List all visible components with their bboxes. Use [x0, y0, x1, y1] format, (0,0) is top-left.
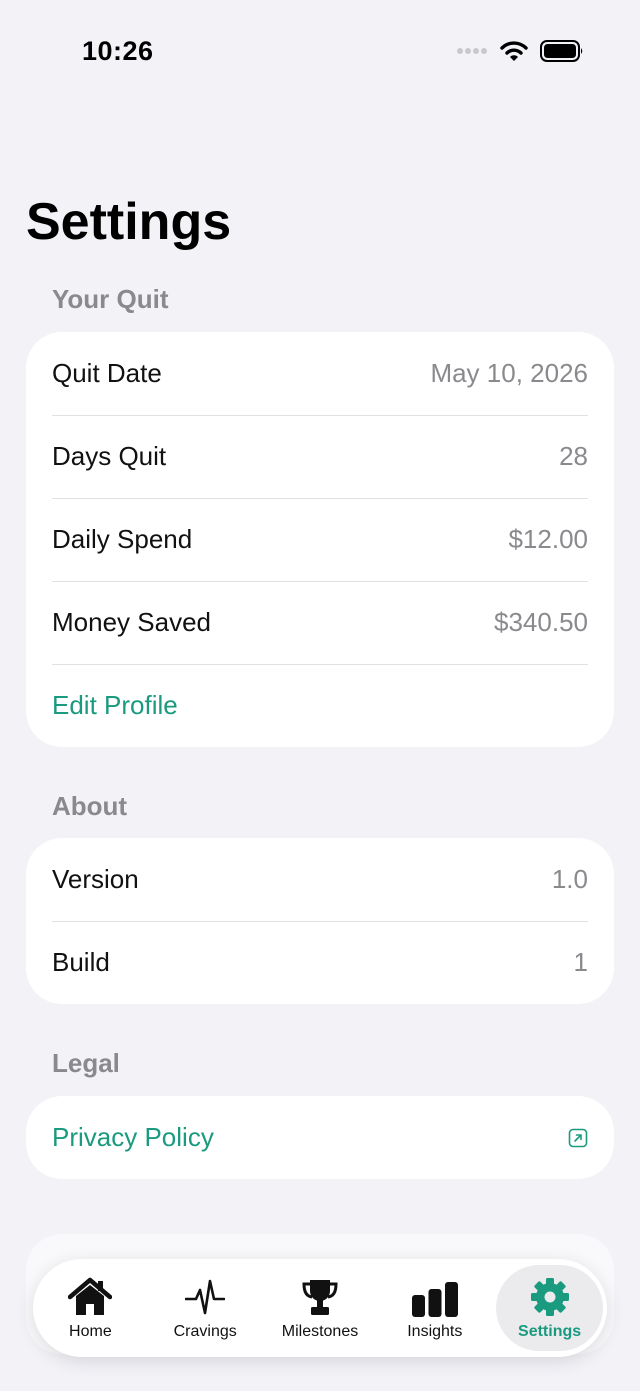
legal-card: Privacy Policy	[26, 1096, 614, 1179]
status-time: 10:26	[82, 36, 154, 66]
row-label: Build	[52, 947, 110, 977]
tab-label: Home	[69, 1323, 112, 1340]
tab-label: Milestones	[281, 1323, 359, 1340]
wifi-icon	[500, 41, 528, 61]
row-label: Version	[52, 864, 139, 894]
privacy-policy-link[interactable]: Privacy Policy	[26, 1096, 614, 1179]
privacy-policy-label: Privacy Policy	[52, 1122, 214, 1152]
tab-settings[interactable]: Settings	[492, 1259, 607, 1357]
about-card: Version 1.0 Build 1	[26, 838, 614, 1004]
tab-insights[interactable]: Insights	[377, 1259, 492, 1357]
version-row: Version 1.0	[26, 838, 614, 921]
row-value: 1	[573, 947, 588, 977]
row-value: $340.50	[494, 607, 588, 637]
row-value: May 10, 2026	[430, 358, 588, 388]
trophy-icon	[300, 1275, 340, 1317]
cellular-signal-icon	[457, 48, 487, 54]
tab-home[interactable]: Home	[33, 1259, 148, 1357]
status-bar: 10:26	[0, 0, 640, 100]
edit-profile-label: Edit Profile	[52, 690, 178, 720]
row-label: Daily Spend	[52, 524, 193, 554]
your-quit-card: Quit Date May 10, 2026 Days Quit 28 Dail…	[26, 332, 614, 747]
days-quit-row: Days Quit 28	[26, 415, 614, 498]
tab-milestones[interactable]: Milestones	[263, 1259, 378, 1357]
tab-cravings[interactable]: Cravings	[148, 1259, 263, 1357]
house-icon	[68, 1275, 113, 1317]
row-label: Quit Date	[52, 358, 162, 388]
tab-label: Settings	[518, 1323, 582, 1340]
row-label: Money Saved	[52, 607, 211, 637]
tab-bar: Home Cravings Milestones Insights Settin…	[33, 1259, 607, 1357]
gear-icon	[530, 1275, 570, 1317]
section-header-legal: Legal	[52, 1048, 120, 1078]
heartbeat-icon	[185, 1275, 226, 1317]
section-header-your-quit: Your Quit	[52, 284, 169, 314]
tab-label: Cravings	[173, 1323, 237, 1340]
tab-label: Insights	[407, 1323, 463, 1340]
section-header-about: About	[52, 791, 128, 821]
status-icons	[456, 40, 584, 62]
bar-chart-icon	[411, 1275, 459, 1317]
external-link-icon	[568, 1128, 588, 1147]
edit-profile-button[interactable]: Edit Profile	[26, 664, 614, 747]
row-label: Days Quit	[52, 441, 167, 471]
money-saved-row: Money Saved $340.50	[26, 581, 614, 664]
quit-date-row[interactable]: Quit Date May 10, 2026	[26, 332, 614, 415]
daily-spend-row[interactable]: Daily Spend $12.00	[26, 498, 614, 581]
row-value: 1.0	[551, 864, 588, 894]
row-value: $12.00	[508, 524, 588, 554]
battery-icon	[540, 40, 583, 62]
row-value: 28	[559, 441, 588, 471]
page-title: Settings	[26, 193, 232, 251]
build-row: Build 1	[26, 921, 614, 1004]
